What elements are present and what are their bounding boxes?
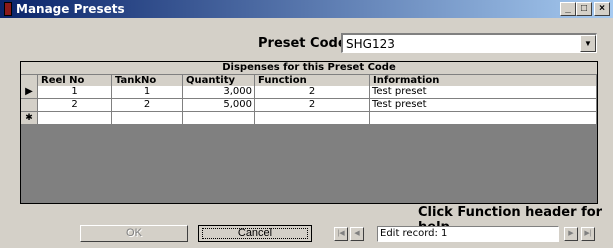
app-icon [4, 2, 12, 16]
table-row[interactable]: 2 2 5,000 2 Test preset [21, 99, 597, 112]
record-indicator: Edit record: 1 [377, 226, 559, 242]
previous-record-icon[interactable]: ◀ [350, 227, 364, 241]
grid-header: Reel No TankNo Quantity Function Informa… [21, 75, 597, 86]
row-selector-header [21, 75, 38, 86]
last-record-icon[interactable]: ▶| [581, 227, 595, 241]
cell-tank-no[interactable]: 1 [112, 86, 183, 99]
title-bar: Manage Presets _ □ × [0, 0, 613, 18]
manage-presets-window: Manage Presets _ □ × Preset Code SHG123 … [0, 0, 613, 248]
preset-code-combobox[interactable]: SHG123 ▼ [341, 33, 597, 53]
chevron-down-icon[interactable]: ▼ [580, 35, 596, 52]
cell-function[interactable] [255, 112, 370, 125]
current-row-indicator: ▶ [21, 86, 38, 99]
window-title: Manage Presets [16, 2, 125, 16]
column-header-reel-no[interactable]: Reel No [38, 75, 112, 86]
cell-information[interactable] [370, 112, 597, 125]
table-row[interactable]: ▶ 1 1 3,000 2 Test preset [21, 86, 597, 99]
cell-function[interactable]: 2 [255, 86, 370, 99]
focus-rectangle [202, 228, 308, 239]
row-selector[interactable] [21, 99, 38, 112]
cell-function[interactable]: 2 [255, 99, 370, 112]
cell-tank-no[interactable] [112, 112, 183, 125]
column-header-information[interactable]: Information [370, 75, 597, 86]
cell-quantity[interactable]: 5,000 [183, 99, 255, 112]
minimize-button[interactable]: _ [560, 2, 576, 16]
cancel-button[interactable]: Cancel [198, 225, 312, 242]
dispenses-grid[interactable]: Dispenses for this Preset Code Reel No T… [20, 61, 598, 204]
cell-information[interactable]: Test preset [370, 99, 597, 112]
first-record-icon[interactable]: |◀ [334, 227, 348, 241]
cell-reel-no[interactable]: 2 [38, 99, 112, 112]
cell-quantity[interactable]: 3,000 [183, 86, 255, 99]
cell-reel-no[interactable]: 1 [38, 86, 112, 99]
preset-code-label: Preset Code [258, 36, 347, 51]
column-header-tank-no[interactable]: TankNo [112, 75, 183, 86]
next-record-icon[interactable]: ▶ [564, 227, 578, 241]
cell-reel-no[interactable] [38, 112, 112, 125]
new-record-row[interactable]: ✱ [21, 112, 597, 125]
close-button[interactable]: × [594, 2, 610, 16]
ok-button[interactable]: OK [80, 225, 188, 242]
grid-caption: Dispenses for this Preset Code [21, 62, 597, 75]
cell-quantity[interactable] [183, 112, 255, 125]
new-row-indicator: ✱ [21, 112, 38, 125]
preset-code-value: SHG123 [346, 37, 395, 51]
cell-information[interactable]: Test preset [370, 86, 597, 99]
column-header-quantity[interactable]: Quantity [183, 75, 255, 86]
column-header-function[interactable]: Function [255, 75, 370, 86]
cell-tank-no[interactable]: 2 [112, 99, 183, 112]
maximize-button[interactable]: □ [576, 2, 592, 16]
